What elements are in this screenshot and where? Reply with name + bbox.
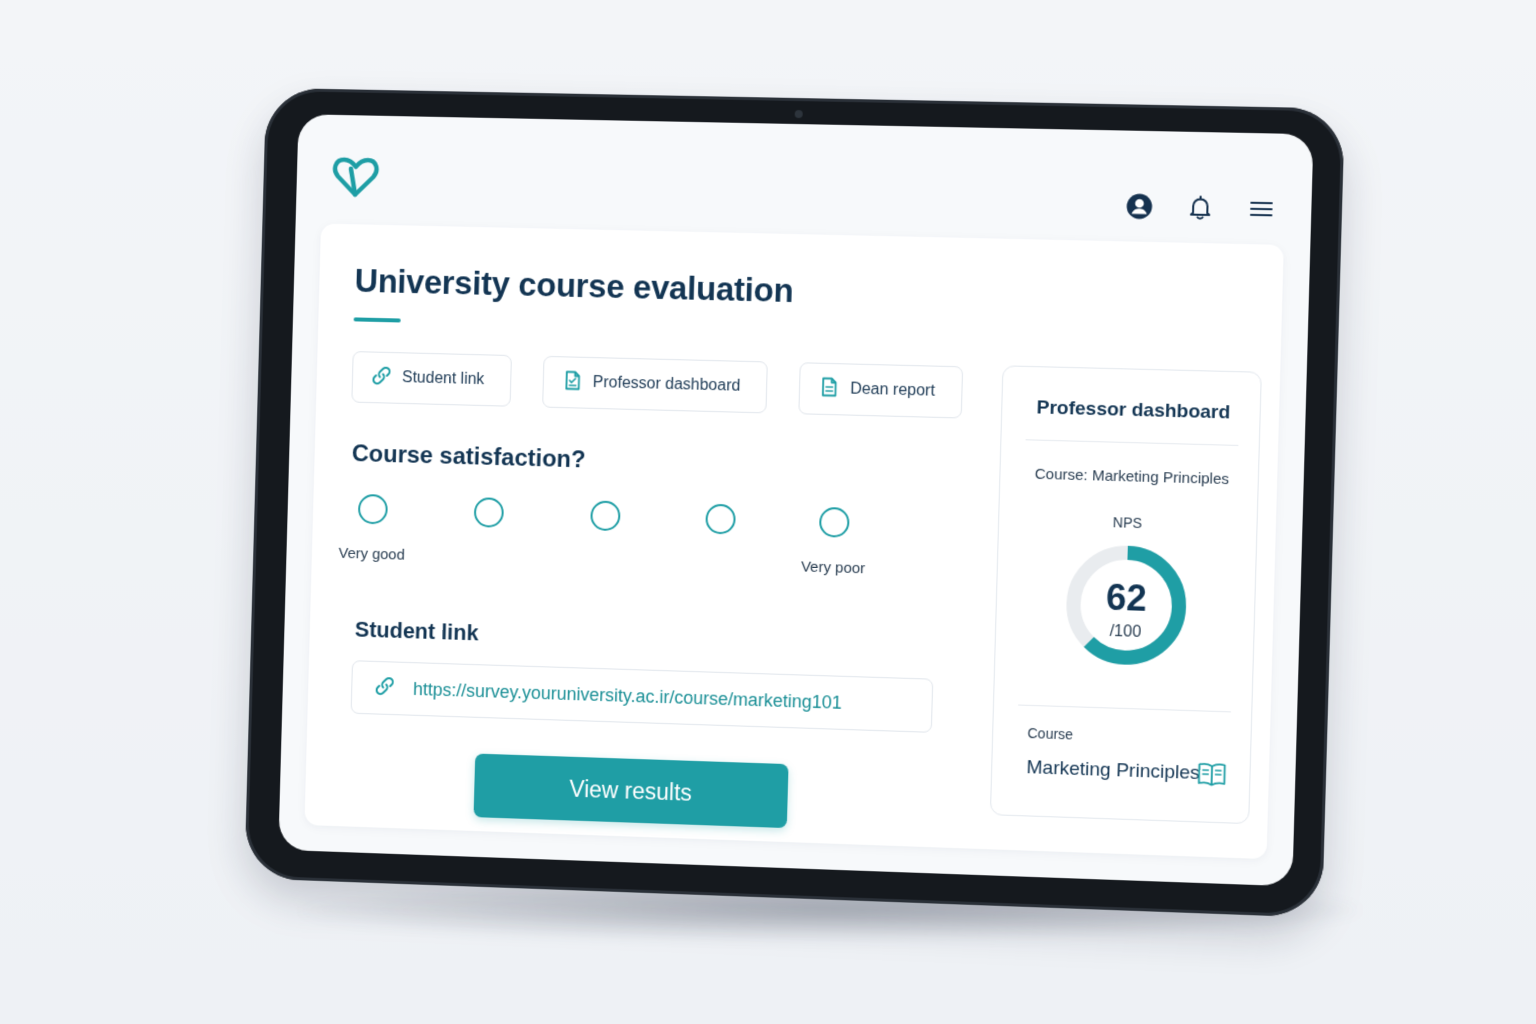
tab-professor-dashboard[interactable]: Professor dashboard [541, 355, 768, 414]
title-underline [353, 317, 401, 323]
question-heading: Course satisfaction? [351, 440, 586, 474]
user-icon[interactable] [1124, 191, 1155, 222]
document-icon [561, 369, 584, 396]
tab-dean-report[interactable]: Dean report [798, 362, 963, 419]
nps-value: 62 [1105, 576, 1148, 619]
rating-option-4[interactable] [705, 503, 736, 535]
rating-option-1[interactable] [357, 493, 389, 525]
tab-label: Professor dashboard [592, 374, 741, 395]
rating-option-3[interactable] [590, 500, 621, 532]
card-course-line: Course: Marketing Principles [1034, 465, 1230, 489]
tab-label: Dean report [849, 380, 936, 400]
screen: University course evaluation Student lin… [278, 114, 1314, 887]
professor-dashboard-card: Professor dashboard Course: Marketing Pr… [989, 365, 1262, 825]
course-label: Course [1027, 724, 1074, 743]
card-divider [1025, 439, 1239, 446]
rating-label-last: Very poor [800, 558, 866, 578]
tab-label: Student link [401, 369, 485, 389]
tablet-frame: University course evaluation Student lin… [244, 87, 1345, 918]
bell-icon[interactable] [1185, 192, 1216, 223]
rating-label-first: Very good [338, 544, 406, 564]
book-icon[interactable] [1196, 761, 1227, 788]
student-link-field[interactable] [350, 660, 934, 733]
link-icon [373, 674, 395, 701]
nps-donut-chart: 62 /100 [1060, 539, 1193, 672]
page-title: University course evaluation [354, 261, 795, 310]
student-link-input[interactable] [412, 678, 910, 716]
card-title: Professor dashboard [1036, 397, 1231, 424]
tab-student-link[interactable]: Student link [351, 351, 512, 407]
logo-heart-icon[interactable] [332, 154, 380, 199]
satisfaction-rating: Very good Very poor [338, 493, 894, 599]
main-panel: University course evaluation Student lin… [304, 223, 1284, 860]
rating-option-2[interactable] [473, 497, 505, 528]
rating-option-5[interactable] [818, 506, 850, 538]
document-icon [818, 375, 841, 403]
link-icon [370, 364, 392, 391]
card-divider [1018, 704, 1231, 713]
course-name: Marketing Principles [1026, 757, 1201, 785]
nps-label: NPS [1112, 514, 1143, 532]
camera [794, 109, 803, 119]
menu-icon[interactable] [1246, 194, 1277, 225]
student-link-heading: Student link [354, 616, 479, 646]
view-results-button[interactable]: View results [473, 753, 789, 829]
tab-bar: Student link Professor dashboard Dean re… [351, 351, 963, 419]
